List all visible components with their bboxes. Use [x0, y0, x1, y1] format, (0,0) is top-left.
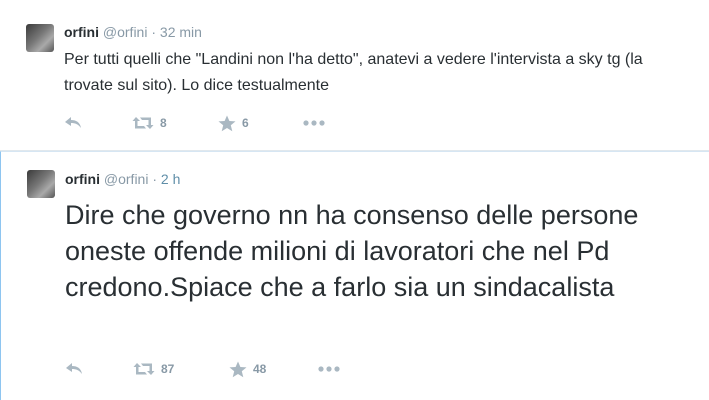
avatar[interactable] [26, 24, 54, 52]
star-icon [229, 361, 247, 377]
tweet-item[interactable]: orfini @orfini · 2 h Dire che governo nn… [0, 151, 709, 400]
avatar[interactable] [27, 170, 55, 198]
favorite-count: 6 [242, 116, 249, 130]
author-handle[interactable]: @orfini [104, 171, 149, 187]
tweet-header: orfini @orfini · 2 h [65, 170, 180, 188]
tweet-item[interactable]: orfini @orfini · 32 min Per tutti quelli… [0, 0, 709, 151]
reply-icon [66, 363, 82, 374]
favorite-button[interactable]: 6 [218, 113, 249, 133]
retweet-icon [132, 117, 154, 129]
more-button[interactable] [303, 113, 325, 133]
retweet-count: 8 [160, 116, 167, 130]
author-handle[interactable]: @orfini [103, 24, 148, 40]
more-icon [303, 120, 325, 126]
retweet-button[interactable]: 8 [132, 113, 167, 133]
reply-button[interactable] [64, 113, 82, 133]
reply-icon [65, 117, 81, 128]
separator: · [152, 171, 158, 187]
reply-button[interactable] [65, 359, 83, 379]
tweet-header: orfini @orfini · 32 min [64, 23, 202, 41]
author-name[interactable]: orfini [64, 24, 99, 40]
timestamp[interactable]: 2 h [161, 171, 180, 187]
favorite-count: 48 [253, 362, 267, 376]
tweet-text: Per tutti quelli che "Landini non l'ha d… [64, 51, 643, 94]
retweet-icon [133, 363, 155, 375]
author-name[interactable]: orfini [65, 171, 100, 187]
retweet-count: 87 [161, 362, 175, 376]
retweet-button[interactable]: 87 [133, 359, 174, 379]
tweet-text: Dire che governo nn ha consenso delle pe… [65, 200, 639, 302]
timestamp[interactable]: 32 min [160, 24, 202, 40]
more-button[interactable] [318, 359, 340, 379]
more-icon [318, 366, 340, 372]
separator: · [151, 24, 157, 40]
star-icon [218, 115, 236, 131]
favorite-button[interactable]: 48 [229, 359, 266, 379]
